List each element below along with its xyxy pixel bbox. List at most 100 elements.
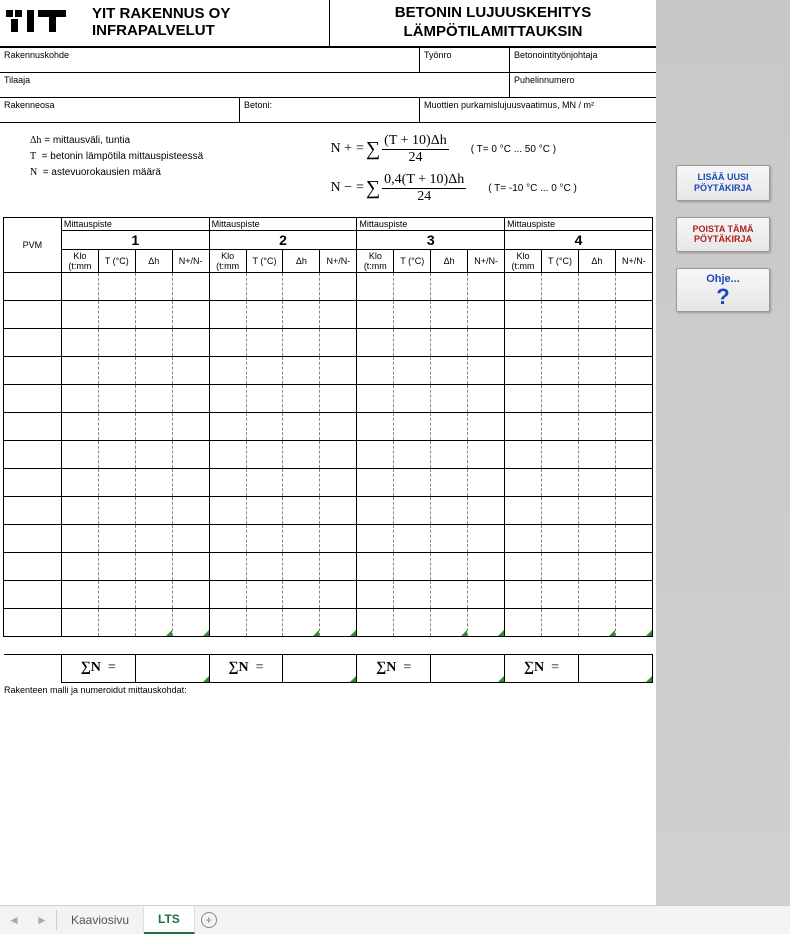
table-cell[interactable]	[98, 272, 135, 300]
table-cell[interactable]	[394, 440, 431, 468]
table-cell[interactable]	[394, 328, 431, 356]
table-cell[interactable]	[4, 300, 62, 328]
table-cell[interactable]	[246, 496, 283, 524]
table-cell[interactable]	[542, 300, 579, 328]
table-cell[interactable]	[394, 468, 431, 496]
table-cell[interactable]	[61, 552, 98, 580]
table-cell[interactable]	[542, 608, 579, 636]
table-cell[interactable]	[357, 356, 394, 384]
table-cell[interactable]	[505, 496, 542, 524]
table-cell[interactable]	[357, 412, 394, 440]
table-cell[interactable]	[172, 552, 209, 580]
table-cell[interactable]	[61, 272, 98, 300]
table-cell[interactable]	[357, 328, 394, 356]
field-tilaaja[interactable]: Tilaaja	[0, 73, 510, 98]
table-cell[interactable]	[209, 356, 246, 384]
table-cell[interactable]	[283, 580, 320, 608]
table-cell[interactable]	[246, 356, 283, 384]
table-cell[interactable]	[209, 468, 246, 496]
table-cell[interactable]	[4, 328, 62, 356]
table-cell[interactable]	[615, 440, 652, 468]
table-cell[interactable]	[542, 496, 579, 524]
table-cell[interactable]	[135, 468, 172, 496]
table-cell[interactable]	[283, 300, 320, 328]
field-rakennuskohde[interactable]: Rakennuskohde	[0, 48, 420, 73]
field-puhelinnumero[interactable]: Puhelinnumero	[510, 73, 656, 98]
table-cell[interactable]	[135, 580, 172, 608]
table-cell[interactable]	[357, 608, 394, 636]
table-cell[interactable]	[578, 496, 615, 524]
table-cell[interactable]	[505, 552, 542, 580]
table-cell[interactable]	[578, 608, 615, 636]
table-cell[interactable]	[4, 440, 62, 468]
table-cell[interactable]	[542, 328, 579, 356]
table-cell[interactable]	[135, 412, 172, 440]
tab-kaaviosivu[interactable]: Kaaviosivu	[57, 907, 144, 933]
table-cell[interactable]	[4, 496, 62, 524]
table-cell[interactable]	[98, 300, 135, 328]
table-cell[interactable]	[61, 412, 98, 440]
table-cell[interactable]	[357, 300, 394, 328]
table-cell[interactable]	[246, 580, 283, 608]
table-cell[interactable]	[320, 356, 357, 384]
table-cell[interactable]	[61, 468, 98, 496]
table-cell[interactable]	[135, 300, 172, 328]
table-cell[interactable]	[4, 272, 62, 300]
table-cell[interactable]	[172, 608, 209, 636]
table-cell[interactable]	[357, 496, 394, 524]
table-cell[interactable]	[320, 496, 357, 524]
table-cell[interactable]	[320, 328, 357, 356]
table-cell[interactable]	[172, 524, 209, 552]
table-cell[interactable]	[135, 356, 172, 384]
table-cell[interactable]	[505, 328, 542, 356]
field-betonointityonjohtaja[interactable]: Betonointityönjohtaja	[510, 48, 656, 73]
field-betoni[interactable]: Betoni:	[240, 98, 420, 123]
table-cell[interactable]	[357, 580, 394, 608]
table-cell[interactable]	[172, 440, 209, 468]
table-cell[interactable]	[61, 496, 98, 524]
table-cell[interactable]	[209, 384, 246, 412]
table-cell[interactable]	[468, 412, 505, 440]
table-cell[interactable]	[320, 580, 357, 608]
table-cell[interactable]	[98, 468, 135, 496]
table-cell[interactable]	[505, 412, 542, 440]
table-cell[interactable]	[578, 272, 615, 300]
table-cell[interactable]	[357, 524, 394, 552]
table-cell[interactable]	[172, 412, 209, 440]
table-cell[interactable]	[61, 300, 98, 328]
table-cell[interactable]	[98, 328, 135, 356]
help-button[interactable]: Ohje... ?	[676, 268, 770, 311]
table-cell[interactable]	[431, 384, 468, 412]
table-cell[interactable]	[357, 552, 394, 580]
table-cell[interactable]	[615, 300, 652, 328]
table-cell[interactable]	[135, 440, 172, 468]
table-cell[interactable]	[320, 468, 357, 496]
table-cell[interactable]	[135, 328, 172, 356]
table-cell[interactable]	[505, 384, 542, 412]
add-record-button[interactable]: LISÄÄ UUSI PÖYTÄKIRJA	[676, 165, 770, 201]
table-cell[interactable]	[578, 356, 615, 384]
table-cell[interactable]	[246, 468, 283, 496]
table-cell[interactable]	[505, 468, 542, 496]
table-cell[interactable]	[4, 468, 62, 496]
table-cell[interactable]	[209, 328, 246, 356]
table-cell[interactable]	[542, 524, 579, 552]
table-cell[interactable]	[394, 524, 431, 552]
delete-record-button[interactable]: POISTA TÄMÄ PÖYTÄKIRJA	[676, 217, 770, 253]
table-cell[interactable]	[615, 496, 652, 524]
table-cell[interactable]	[172, 580, 209, 608]
table-cell[interactable]	[98, 524, 135, 552]
table-cell[interactable]	[542, 580, 579, 608]
sum-3-value[interactable]	[431, 654, 505, 682]
table-cell[interactable]	[135, 608, 172, 636]
table-cell[interactable]	[209, 272, 246, 300]
table-cell[interactable]	[431, 468, 468, 496]
table-cell[interactable]	[468, 356, 505, 384]
table-cell[interactable]	[172, 496, 209, 524]
table-cell[interactable]	[135, 384, 172, 412]
table-cell[interactable]	[615, 580, 652, 608]
table-cell[interactable]	[98, 384, 135, 412]
table-cell[interactable]	[320, 300, 357, 328]
table-cell[interactable]	[283, 524, 320, 552]
table-cell[interactable]	[578, 328, 615, 356]
